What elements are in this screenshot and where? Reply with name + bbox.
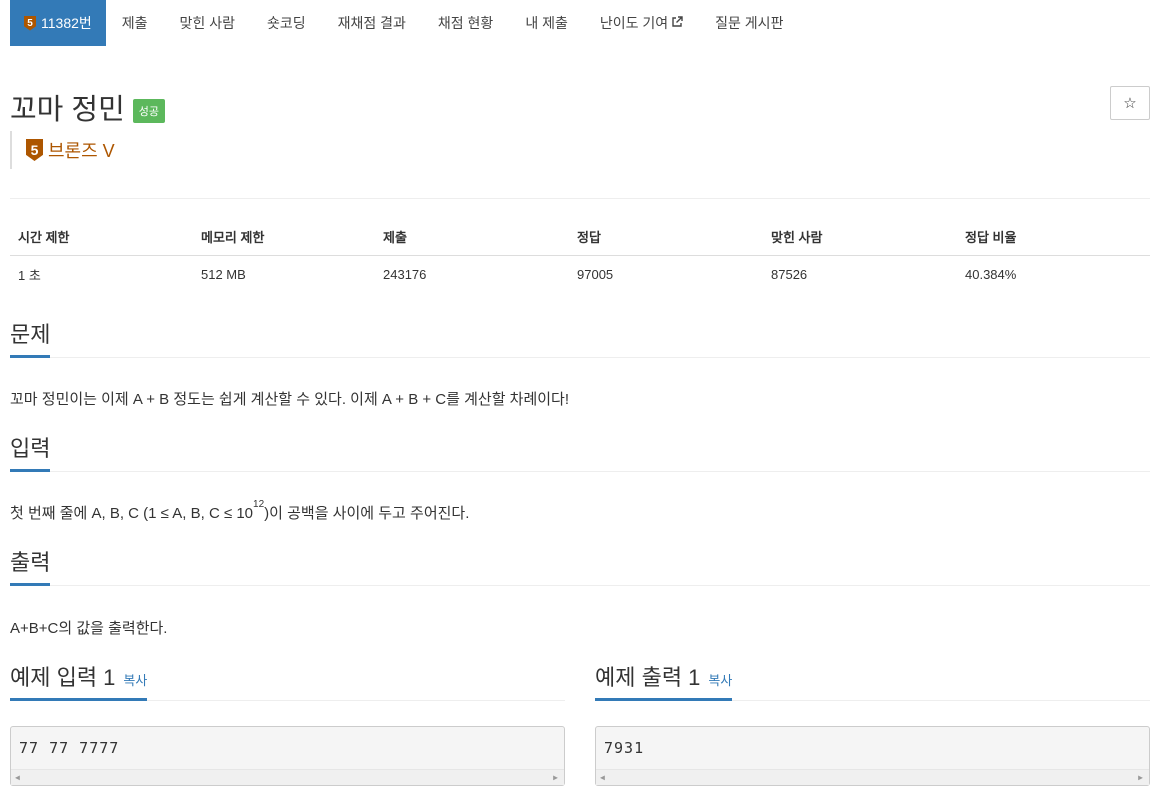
section-problem-header: 문제	[10, 320, 1150, 358]
input-text-after: )이 공백을 사이에 두고 주어진다.	[264, 505, 470, 522]
header-memory-limit: 메모리 제한	[193, 219, 375, 256]
section-input-header: 입력	[10, 434, 1150, 472]
sample-output-content: 7931	[604, 739, 645, 757]
accept-ratio-value: 40.384%	[965, 267, 1017, 282]
nav-tab-status[interactable]: 채점 현황	[422, 0, 509, 46]
tier-label: 브론즈 V	[48, 141, 115, 161]
sample-output-header: 예제 출력 1 복사	[595, 663, 1150, 701]
table-header-row: 시간 제한 메모리 제한 제출 정답 맞힌 사람 정답 비율	[10, 219, 1150, 256]
nav-tab-problem-label: 11382번	[41, 15, 92, 31]
favorite-star-button[interactable]: ☆	[1110, 86, 1150, 120]
horizontal-scrollbar[interactable]: ◀ ▶	[596, 769, 1149, 785]
output-description: A+B+C의 값을 출력한다.	[10, 620, 168, 637]
problem-title: 꼬마 정민	[10, 94, 125, 126]
header-accepted: 정답	[569, 219, 763, 256]
horizontal-scrollbar[interactable]: ◀ ▶	[11, 769, 564, 785]
nav-tab-difficulty[interactable]: 난이도 기여	[584, 0, 699, 46]
sample-input-title: 예제 입력 1	[10, 665, 116, 690]
nav-tab-board[interactable]: 질문 게시판	[699, 0, 799, 46]
problem-title-row: 꼬마 정민 성공	[10, 86, 166, 128]
sample-input-header: 예제 입력 1 복사	[10, 663, 565, 701]
memory-limit-value: 512 MB	[201, 267, 246, 282]
accepted-value: 97005	[577, 267, 614, 282]
copy-sample-output-link[interactable]: 복사	[708, 666, 732, 696]
section-output-title: 출력	[10, 548, 51, 586]
header-time-limit: 시간 제한	[10, 219, 193, 256]
nav-tab-solvers[interactable]: 맞힌 사람	[164, 0, 251, 46]
input-description: 첫 번째 줄에 A, B, C (1 ≤ A, B, C ≤ 1012)이 공백…	[10, 499, 470, 523]
header-solvers: 맞힌 사람	[763, 219, 957, 256]
sample-output-title: 예제 출력 1	[595, 665, 701, 690]
header-accept-ratio: 정답 비율	[957, 219, 1150, 256]
section-input-title: 입력	[10, 434, 51, 472]
status-badge: 성공	[132, 99, 166, 123]
problem-tier: 5 브론즈 V	[10, 131, 115, 169]
scroll-left-arrow-icon[interactable]: ◀	[600, 773, 605, 782]
header-submissions: 제출	[375, 219, 569, 256]
sample-output-title-wrap: 예제 출력 1 복사	[595, 663, 733, 701]
nav-tab-my-submissions[interactable]: 내 제출	[509, 0, 584, 46]
nav-tab-rejudge[interactable]: 재채점 결과	[322, 0, 422, 46]
star-icon: ☆	[1123, 95, 1137, 112]
scroll-right-arrow-icon[interactable]: ▶	[1138, 773, 1143, 782]
nav-tab-submit[interactable]: 제출	[106, 0, 164, 46]
copy-sample-input-link[interactable]: 복사	[123, 666, 147, 696]
input-exponent: 12	[253, 499, 265, 510]
submissions-value: 243176	[383, 267, 427, 282]
bronze-tier-icon: 5	[26, 139, 43, 161]
divider	[10, 198, 1150, 199]
problem-nav: 5 11382번 제출 맞힌 사람 숏코딩 재채점 결과 채점 현황 내 제출 …	[10, 0, 799, 46]
section-output-header: 출력	[10, 548, 1150, 586]
nav-tab-short-coding[interactable]: 숏코딩	[251, 0, 322, 46]
external-link-icon	[671, 15, 683, 31]
bronze-tier-icon: 5	[24, 15, 36, 31]
scroll-left-arrow-icon[interactable]: ◀	[15, 773, 20, 782]
solvers-value: 87526	[771, 267, 808, 282]
nav-tab-problem[interactable]: 5 11382번	[10, 0, 106, 46]
nav-tab-difficulty-label: 난이도 기여	[599, 15, 669, 31]
problem-description: 꼬마 정민이는 이제 A + B 정도는 쉽게 계산할 수 있다. 이제 A +…	[10, 391, 570, 408]
sample-output-box: 7931 ◀ ▶	[595, 726, 1150, 786]
sample-input-content: 77 77 7777	[19, 739, 120, 757]
input-text-before: 첫 번째 줄에 A, B, C (1 ≤ A, B, C ≤ 10	[10, 505, 254, 522]
scroll-right-arrow-icon[interactable]: ▶	[553, 773, 558, 782]
sample-input-title-wrap: 예제 입력 1 복사	[10, 663, 148, 701]
problem-info-table: 시간 제한 메모리 제한 제출 정답 맞힌 사람 정답 비율 1 초 512 M…	[10, 219, 1150, 293]
sample-input-box: 77 77 7777 ◀ ▶	[10, 726, 565, 786]
time-limit-value: 1 초	[18, 268, 41, 283]
section-problem-title: 문제	[10, 320, 51, 358]
table-row: 1 초 512 MB 243176 97005 87526 40.384%	[10, 256, 1150, 294]
